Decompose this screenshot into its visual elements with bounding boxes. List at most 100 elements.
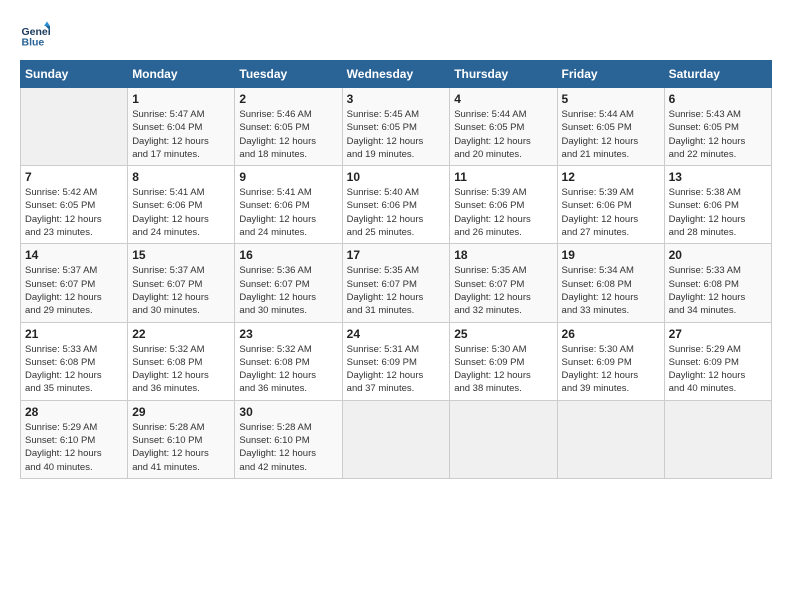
- column-header-tuesday: Tuesday: [235, 61, 342, 88]
- logo: General Blue: [20, 20, 50, 50]
- day-info: Sunrise: 5:42 AM Sunset: 6:05 PM Dayligh…: [25, 186, 123, 239]
- day-info: Sunrise: 5:44 AM Sunset: 6:05 PM Dayligh…: [454, 108, 552, 161]
- day-number: 9: [239, 170, 337, 184]
- day-info: Sunrise: 5:39 AM Sunset: 6:06 PM Dayligh…: [562, 186, 660, 239]
- day-number: 26: [562, 327, 660, 341]
- day-info: Sunrise: 5:47 AM Sunset: 6:04 PM Dayligh…: [132, 108, 230, 161]
- day-number: 6: [669, 92, 767, 106]
- day-info: Sunrise: 5:33 AM Sunset: 6:08 PM Dayligh…: [25, 343, 123, 396]
- day-number: 20: [669, 248, 767, 262]
- day-info: Sunrise: 5:46 AM Sunset: 6:05 PM Dayligh…: [239, 108, 337, 161]
- day-number: 17: [347, 248, 446, 262]
- calendar-cell: [450, 400, 557, 478]
- column-header-sunday: Sunday: [21, 61, 128, 88]
- calendar-week-row: 21 Sunrise: 5:33 AM Sunset: 6:08 PM Dayli…: [21, 322, 772, 400]
- calendar-cell: 1 Sunrise: 5:47 AM Sunset: 6:04 PM Daylig…: [128, 88, 235, 166]
- column-header-wednesday: Wednesday: [342, 61, 450, 88]
- calendar-cell: [21, 88, 128, 166]
- calendar-cell: 4 Sunrise: 5:44 AM Sunset: 6:05 PM Daylig…: [450, 88, 557, 166]
- calendar-week-row: 1 Sunrise: 5:47 AM Sunset: 6:04 PM Daylig…: [21, 88, 772, 166]
- day-info: Sunrise: 5:36 AM Sunset: 6:07 PM Dayligh…: [239, 264, 337, 317]
- day-info: Sunrise: 5:29 AM Sunset: 6:09 PM Dayligh…: [669, 343, 767, 396]
- day-info: Sunrise: 5:32 AM Sunset: 6:08 PM Dayligh…: [239, 343, 337, 396]
- day-number: 8: [132, 170, 230, 184]
- day-number: 2: [239, 92, 337, 106]
- calendar-cell: 25Sunrise: 5:30 AM Sunset: 6:09 PM Dayli…: [450, 322, 557, 400]
- calendar-cell: 11Sunrise: 5:39 AM Sunset: 6:06 PM Dayli…: [450, 166, 557, 244]
- calendar-cell: 5 Sunrise: 5:44 AM Sunset: 6:05 PM Daylig…: [557, 88, 664, 166]
- day-info: Sunrise: 5:40 AM Sunset: 6:06 PM Dayligh…: [347, 186, 446, 239]
- day-number: 10: [347, 170, 446, 184]
- day-number: 15: [132, 248, 230, 262]
- day-info: Sunrise: 5:28 AM Sunset: 6:10 PM Dayligh…: [132, 421, 230, 474]
- calendar-week-row: 28 Sunrise: 5:29 AM Sunset: 6:10 PM Dayli…: [21, 400, 772, 478]
- column-header-friday: Friday: [557, 61, 664, 88]
- calendar-cell: [557, 400, 664, 478]
- calendar-cell: 14Sunrise: 5:37 AM Sunset: 6:07 PM Dayli…: [21, 244, 128, 322]
- calendar-week-row: 14Sunrise: 5:37 AM Sunset: 6:07 PM Dayli…: [21, 244, 772, 322]
- day-number: 3: [347, 92, 446, 106]
- day-number: 21: [25, 327, 123, 341]
- day-number: 5: [562, 92, 660, 106]
- day-number: 22: [132, 327, 230, 341]
- calendar-cell: 22 Sunrise: 5:32 AM Sunset: 6:08 PM Dayli…: [128, 322, 235, 400]
- day-number: 11: [454, 170, 552, 184]
- calendar-table: SundayMondayTuesdayWednesdayThursdayFrid…: [20, 60, 772, 479]
- day-info: Sunrise: 5:43 AM Sunset: 6:05 PM Dayligh…: [669, 108, 767, 161]
- day-number: 18: [454, 248, 552, 262]
- day-info: Sunrise: 5:29 AM Sunset: 6:10 PM Dayligh…: [25, 421, 123, 474]
- day-info: Sunrise: 5:38 AM Sunset: 6:06 PM Dayligh…: [669, 186, 767, 239]
- column-header-thursday: Thursday: [450, 61, 557, 88]
- calendar-cell: 30 Sunrise: 5:28 AM Sunset: 6:10 PM Dayli…: [235, 400, 342, 478]
- day-number: 4: [454, 92, 552, 106]
- day-number: 29: [132, 405, 230, 419]
- calendar-cell: 20 Sunrise: 5:33 AM Sunset: 6:08 PM Dayli…: [664, 244, 771, 322]
- day-info: Sunrise: 5:32 AM Sunset: 6:08 PM Dayligh…: [132, 343, 230, 396]
- svg-text:Blue: Blue: [22, 37, 45, 49]
- calendar-cell: 21 Sunrise: 5:33 AM Sunset: 6:08 PM Dayli…: [21, 322, 128, 400]
- calendar-cell: 2 Sunrise: 5:46 AM Sunset: 6:05 PM Daylig…: [235, 88, 342, 166]
- calendar-cell: 27 Sunrise: 5:29 AM Sunset: 6:09 PM Dayli…: [664, 322, 771, 400]
- day-number: 23: [239, 327, 337, 341]
- calendar-cell: 29 Sunrise: 5:28 AM Sunset: 6:10 PM Dayli…: [128, 400, 235, 478]
- day-number: 13: [669, 170, 767, 184]
- calendar-cell: 12Sunrise: 5:39 AM Sunset: 6:06 PM Dayli…: [557, 166, 664, 244]
- day-info: Sunrise: 5:34 AM Sunset: 6:08 PM Dayligh…: [562, 264, 660, 317]
- day-number: 27: [669, 327, 767, 341]
- logo-icon: General Blue: [20, 20, 50, 50]
- day-info: Sunrise: 5:30 AM Sunset: 6:09 PM Dayligh…: [454, 343, 552, 396]
- day-number: 30: [239, 405, 337, 419]
- day-info: Sunrise: 5:44 AM Sunset: 6:05 PM Dayligh…: [562, 108, 660, 161]
- day-info: Sunrise: 5:37 AM Sunset: 6:07 PM Dayligh…: [132, 264, 230, 317]
- calendar-cell: 9Sunrise: 5:41 AM Sunset: 6:06 PM Daylig…: [235, 166, 342, 244]
- calendar-cell: [342, 400, 450, 478]
- page-header: General Blue: [20, 20, 772, 50]
- calendar-cell: 26Sunrise: 5:30 AM Sunset: 6:09 PM Dayli…: [557, 322, 664, 400]
- calendar-cell: 19 Sunrise: 5:34 AM Sunset: 6:08 PM Dayli…: [557, 244, 664, 322]
- day-info: Sunrise: 5:41 AM Sunset: 6:06 PM Dayligh…: [132, 186, 230, 239]
- day-number: 7: [25, 170, 123, 184]
- calendar-header-row: SundayMondayTuesdayWednesdayThursdayFrid…: [21, 61, 772, 88]
- calendar-cell: 18Sunrise: 5:35 AM Sunset: 6:07 PM Dayli…: [450, 244, 557, 322]
- day-number: 24: [347, 327, 446, 341]
- calendar-cell: 23 Sunrise: 5:32 AM Sunset: 6:08 PM Dayli…: [235, 322, 342, 400]
- calendar-cell: 7 Sunrise: 5:42 AM Sunset: 6:05 PM Daylig…: [21, 166, 128, 244]
- day-info: Sunrise: 5:37 AM Sunset: 6:07 PM Dayligh…: [25, 264, 123, 317]
- calendar-cell: 24Sunrise: 5:31 AM Sunset: 6:09 PM Dayli…: [342, 322, 450, 400]
- calendar-cell: 10 Sunrise: 5:40 AM Sunset: 6:06 PM Dayli…: [342, 166, 450, 244]
- column-header-saturday: Saturday: [664, 61, 771, 88]
- calendar-cell: 6 Sunrise: 5:43 AM Sunset: 6:05 PM Daylig…: [664, 88, 771, 166]
- calendar-cell: 3 Sunrise: 5:45 AM Sunset: 6:05 PM Daylig…: [342, 88, 450, 166]
- calendar-cell: 8 Sunrise: 5:41 AM Sunset: 6:06 PM Daylig…: [128, 166, 235, 244]
- day-info: Sunrise: 5:33 AM Sunset: 6:08 PM Dayligh…: [669, 264, 767, 317]
- calendar-cell: 13 Sunrise: 5:38 AM Sunset: 6:06 PM Dayli…: [664, 166, 771, 244]
- day-info: Sunrise: 5:28 AM Sunset: 6:10 PM Dayligh…: [239, 421, 337, 474]
- calendar-cell: 17Sunrise: 5:35 AM Sunset: 6:07 PM Dayli…: [342, 244, 450, 322]
- day-number: 28: [25, 405, 123, 419]
- day-number: 19: [562, 248, 660, 262]
- day-number: 1: [132, 92, 230, 106]
- calendar-cell: 16 Sunrise: 5:36 AM Sunset: 6:07 PM Dayli…: [235, 244, 342, 322]
- column-header-monday: Monday: [128, 61, 235, 88]
- day-number: 16: [239, 248, 337, 262]
- day-info: Sunrise: 5:45 AM Sunset: 6:05 PM Dayligh…: [347, 108, 446, 161]
